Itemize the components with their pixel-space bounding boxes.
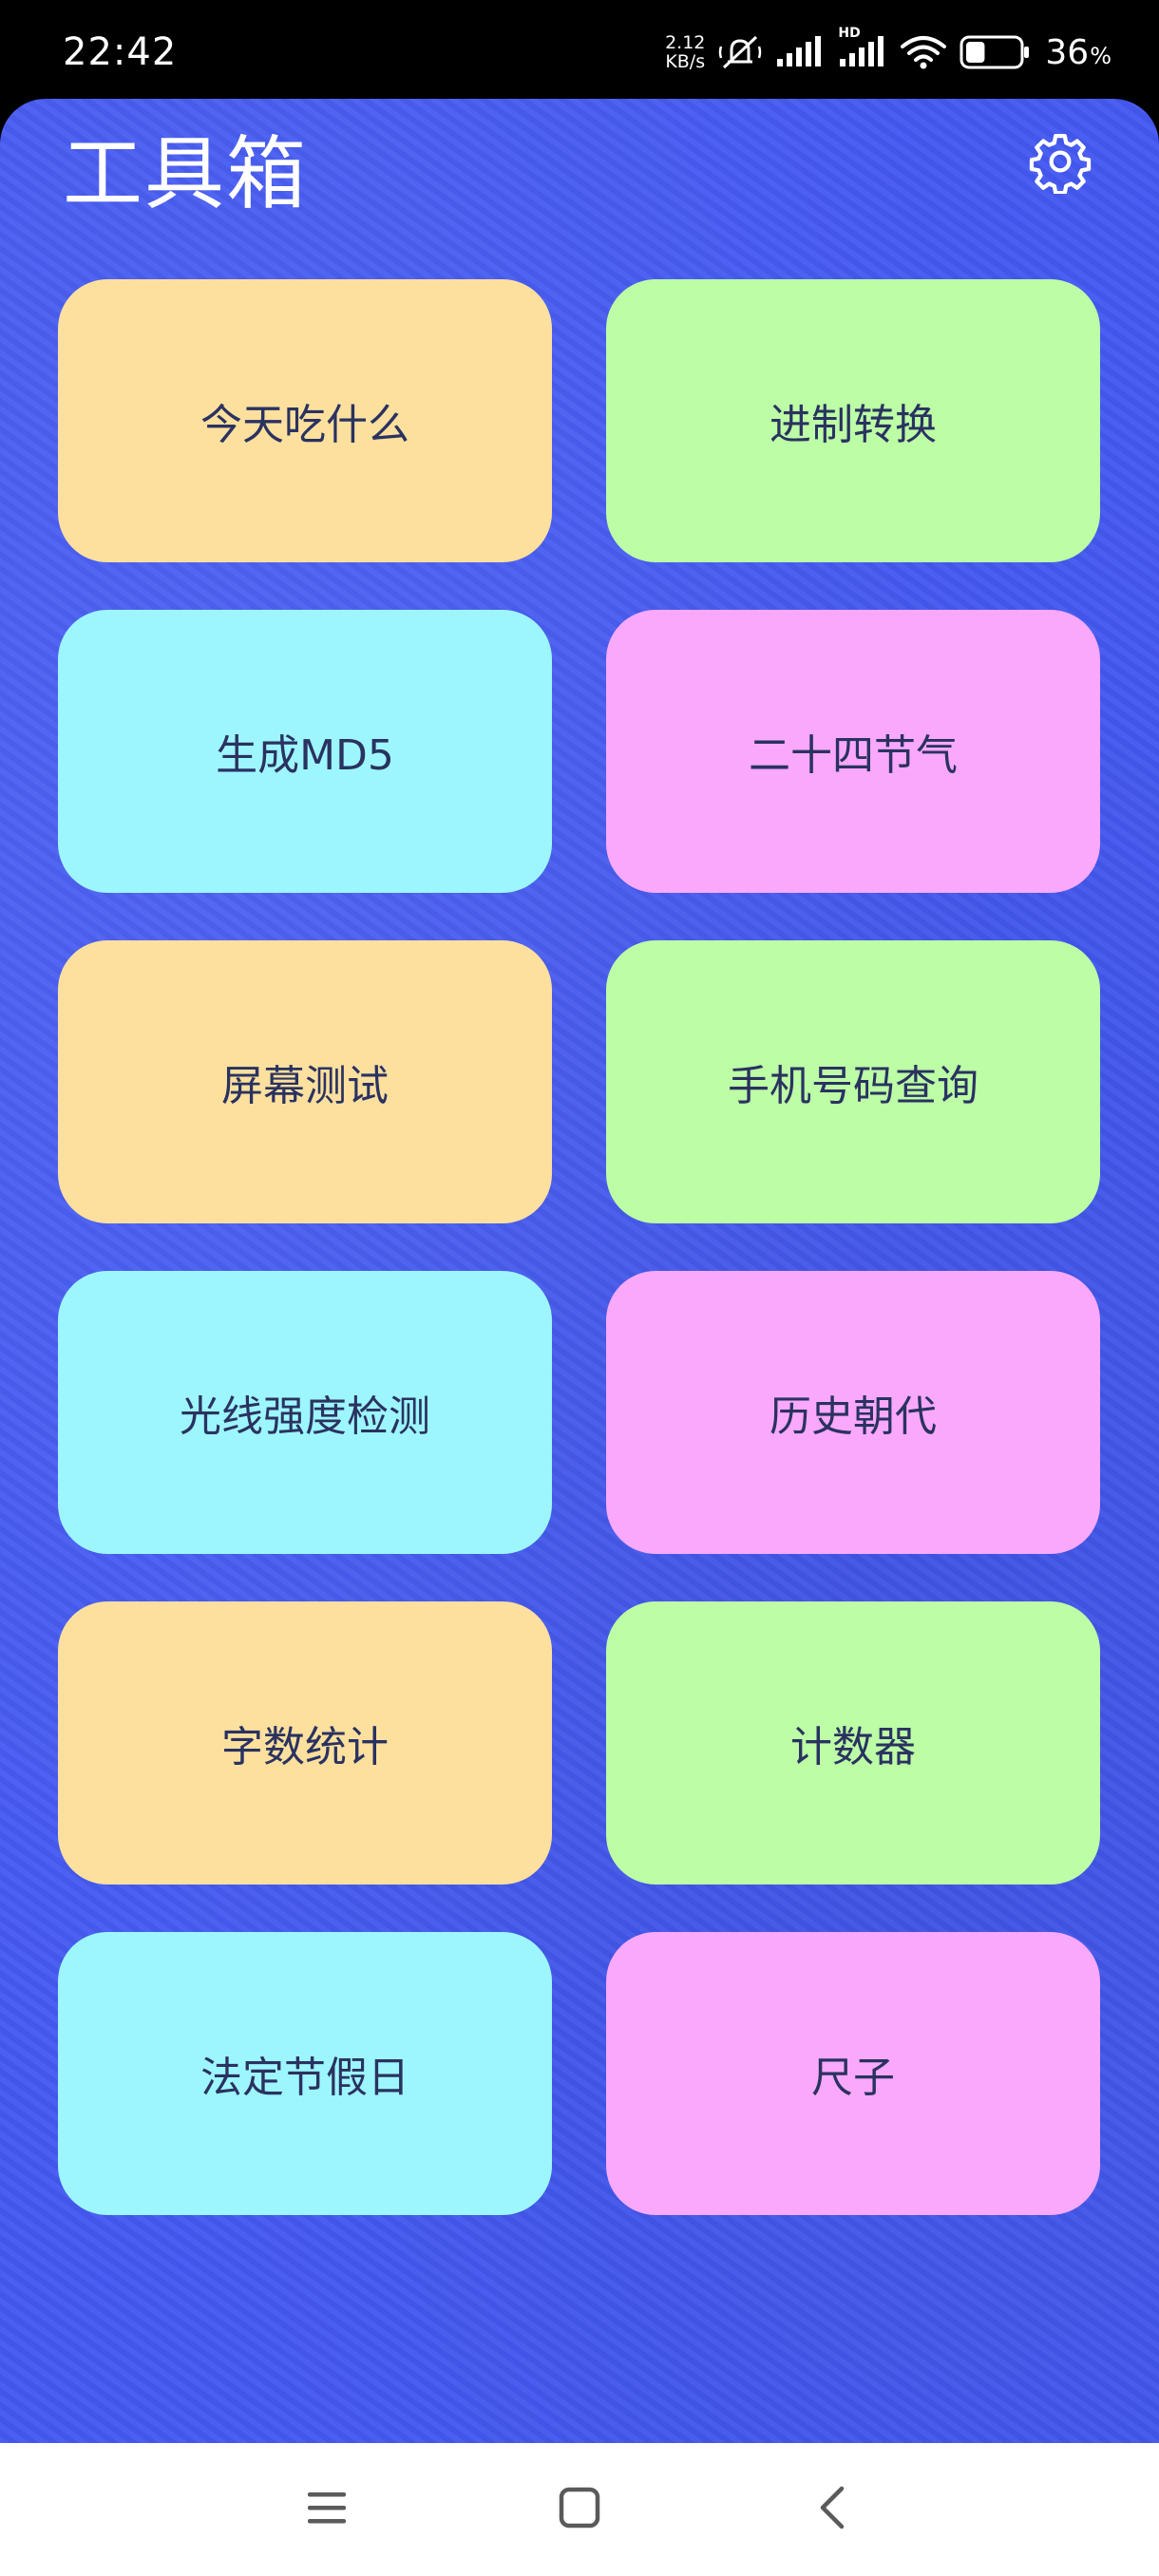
app-main: 工具箱 今天吃什么 进制转换 生成MD5 二十四节气 屏幕测试 手机号码查询 光… xyxy=(0,99,1159,2443)
recent-apps-button[interactable] xyxy=(289,2472,365,2548)
navigation-bar xyxy=(0,2443,1159,2576)
battery-icon xyxy=(960,34,1032,70)
signal-strength-hd-icon: HD xyxy=(838,27,887,68)
battery-percent-value: 36 xyxy=(1045,32,1090,72)
network-speed: 2.12 KB/s xyxy=(665,33,705,71)
tool-card-counter[interactable]: 计数器 xyxy=(606,1601,1100,1885)
tool-card-phone-lookup[interactable]: 手机号码查询 xyxy=(606,940,1100,1223)
tool-card-light-meter[interactable]: 光线强度检测 xyxy=(58,1271,552,1554)
tool-card-holidays[interactable]: 法定节假日 xyxy=(58,1932,552,2215)
network-speed-unit: KB/s xyxy=(665,51,706,72)
tool-card-dynasties[interactable]: 历史朝代 xyxy=(606,1271,1100,1554)
gear-icon xyxy=(1028,129,1092,198)
tool-card-word-count[interactable]: 字数统计 xyxy=(58,1601,552,1885)
mute-vibrate-icon xyxy=(718,33,762,71)
wifi-icon xyxy=(901,35,947,69)
status-icons: 2.12 KB/s HD 36 % xyxy=(665,27,1112,76)
home-icon xyxy=(558,2486,601,2533)
page-title: 工具箱 xyxy=(63,127,309,220)
home-button[interactable] xyxy=(542,2472,618,2548)
tool-card-solar-terms[interactable]: 二十四节气 xyxy=(606,610,1100,893)
status-bar: 22:42 2.12 KB/s HD 36 % xyxy=(0,0,1159,99)
tool-card-base-conversion[interactable]: 进制转换 xyxy=(606,279,1100,562)
tool-card-screen-test[interactable]: 屏幕测试 xyxy=(58,940,552,1223)
back-button[interactable] xyxy=(794,2472,870,2548)
menu-icon xyxy=(304,2487,350,2532)
status-time: 22:42 xyxy=(63,30,178,74)
tool-card-what-to-eat[interactable]: 今天吃什么 xyxy=(58,279,552,562)
settings-button[interactable] xyxy=(1024,127,1096,199)
back-icon xyxy=(813,2483,851,2536)
signal-hd-label: HD xyxy=(838,26,861,41)
network-speed-value: 2.12 xyxy=(665,32,706,53)
tool-card-md5[interactable]: 生成MD5 xyxy=(58,610,552,893)
battery-percent-sign: % xyxy=(1090,42,1112,69)
battery-percent: 36 % xyxy=(1045,33,1112,72)
signal-strength-icon xyxy=(775,36,825,68)
tool-card-ruler[interactable]: 尺子 xyxy=(606,1932,1100,2215)
phone-screen: 22:42 2.12 KB/s HD 36 % 工具箱 今天吃什么 进制转换 生… xyxy=(0,0,1159,2576)
